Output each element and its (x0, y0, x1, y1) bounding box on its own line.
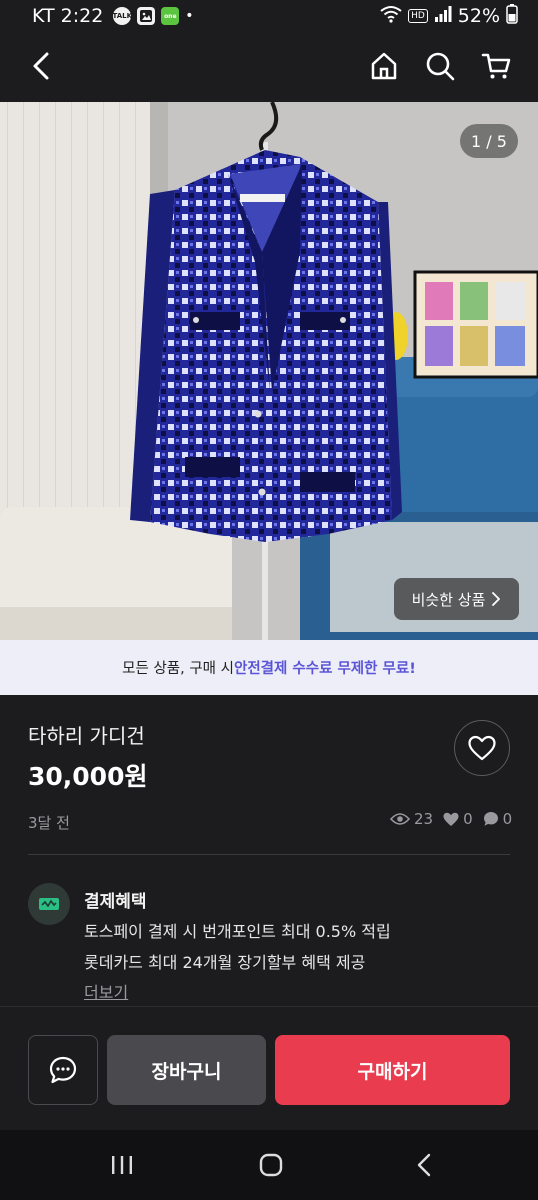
system-back-button[interactable] (404, 1150, 444, 1180)
chat-bubble-icon (483, 812, 498, 826)
chat-button[interactable] (28, 1035, 98, 1105)
chat-icon (49, 1056, 77, 1084)
similar-products-button[interactable]: 비슷한 상품 (394, 578, 519, 620)
search-icon (426, 52, 455, 81)
signal-icon (434, 5, 452, 28)
app-header (0, 32, 538, 102)
chat-count-value: 0 (502, 810, 513, 828)
chat-count: 0 (483, 810, 513, 828)
benefit-line-tosspay: 토스페이 결제 시 번개포인트 최대 0.5% 적립 (84, 922, 391, 941)
battery-icon (506, 3, 518, 29)
product-price: 30,000원 (28, 762, 148, 791)
hd-voice-icon: HD (408, 9, 428, 23)
like-count-value: 0 (463, 810, 473, 828)
add-to-cart-button[interactable]: 장바구니 (107, 1035, 266, 1105)
image-page-counter: 1 / 5 (460, 124, 518, 158)
recent-apps-button[interactable] (102, 1150, 142, 1180)
more-notifications-dot: • (185, 8, 194, 24)
payment-benefit-title: 결제혜택 (84, 892, 147, 912)
eye-icon (390, 813, 410, 825)
product-title: 타하리 가디건 (28, 724, 145, 748)
banner-text-prefix: 모든 상품, 구매 시 (122, 661, 234, 677)
product-stats: 23 0 0 (386, 810, 512, 828)
product-image[interactable] (0, 102, 538, 640)
status-time: KT 2:22 (32, 5, 104, 27)
system-back-icon (417, 1153, 431, 1177)
one-app-notification-icon: one (161, 7, 180, 25)
posted-time: 3달 전 (28, 814, 70, 832)
like-count: 0 (443, 810, 473, 828)
buy-now-button[interactable]: 구매하기 (275, 1035, 510, 1105)
heart-icon (468, 735, 496, 761)
search-button[interactable] (420, 46, 460, 86)
like-button[interactable] (454, 720, 510, 776)
status-right: HD 52% (380, 3, 518, 29)
battery-percent: 52% (457, 5, 500, 27)
view-count: 23 (390, 810, 433, 828)
cart-icon (481, 53, 511, 79)
system-home-icon (259, 1153, 283, 1177)
similar-products-label: 비슷한 상품 (411, 590, 486, 609)
product-photo-illustration (0, 102, 538, 640)
gallery-notification-icon (137, 7, 156, 25)
heart-filled-icon (443, 812, 459, 826)
section-divider (28, 854, 510, 855)
status-bar: KT 2:22 TALK one • HD 52% (0, 0, 538, 32)
system-home-button[interactable] (251, 1150, 291, 1180)
back-button[interactable] (22, 46, 62, 86)
benefit-line-lottecard: 롯데카드 최대 24개월 장기할부 혜택 제공 (84, 953, 366, 972)
benefit-more-link[interactable]: 더보기 (84, 979, 128, 1003)
chevron-right-icon (492, 592, 501, 606)
kakaotalk-notification-icon: TALK (113, 7, 132, 25)
safe-payment-banner[interactable]: 모든 상품, 구매 시 안전결제 수수료 무제한 무료! (0, 640, 538, 695)
wifi-icon (380, 5, 402, 28)
view-count-value: 23 (414, 810, 434, 828)
home-button[interactable] (364, 46, 404, 86)
back-icon (33, 52, 49, 80)
home-icon (371, 52, 397, 80)
recent-apps-icon (112, 1156, 132, 1174)
payment-benefit-icon (28, 883, 70, 925)
cart-button[interactable] (476, 46, 516, 86)
system-navigation-bar (0, 1130, 538, 1200)
status-left: KT 2:22 TALK one • (32, 5, 194, 27)
banner-text-highlight: 안전결제 수수료 무제한 무료! (233, 661, 416, 677)
